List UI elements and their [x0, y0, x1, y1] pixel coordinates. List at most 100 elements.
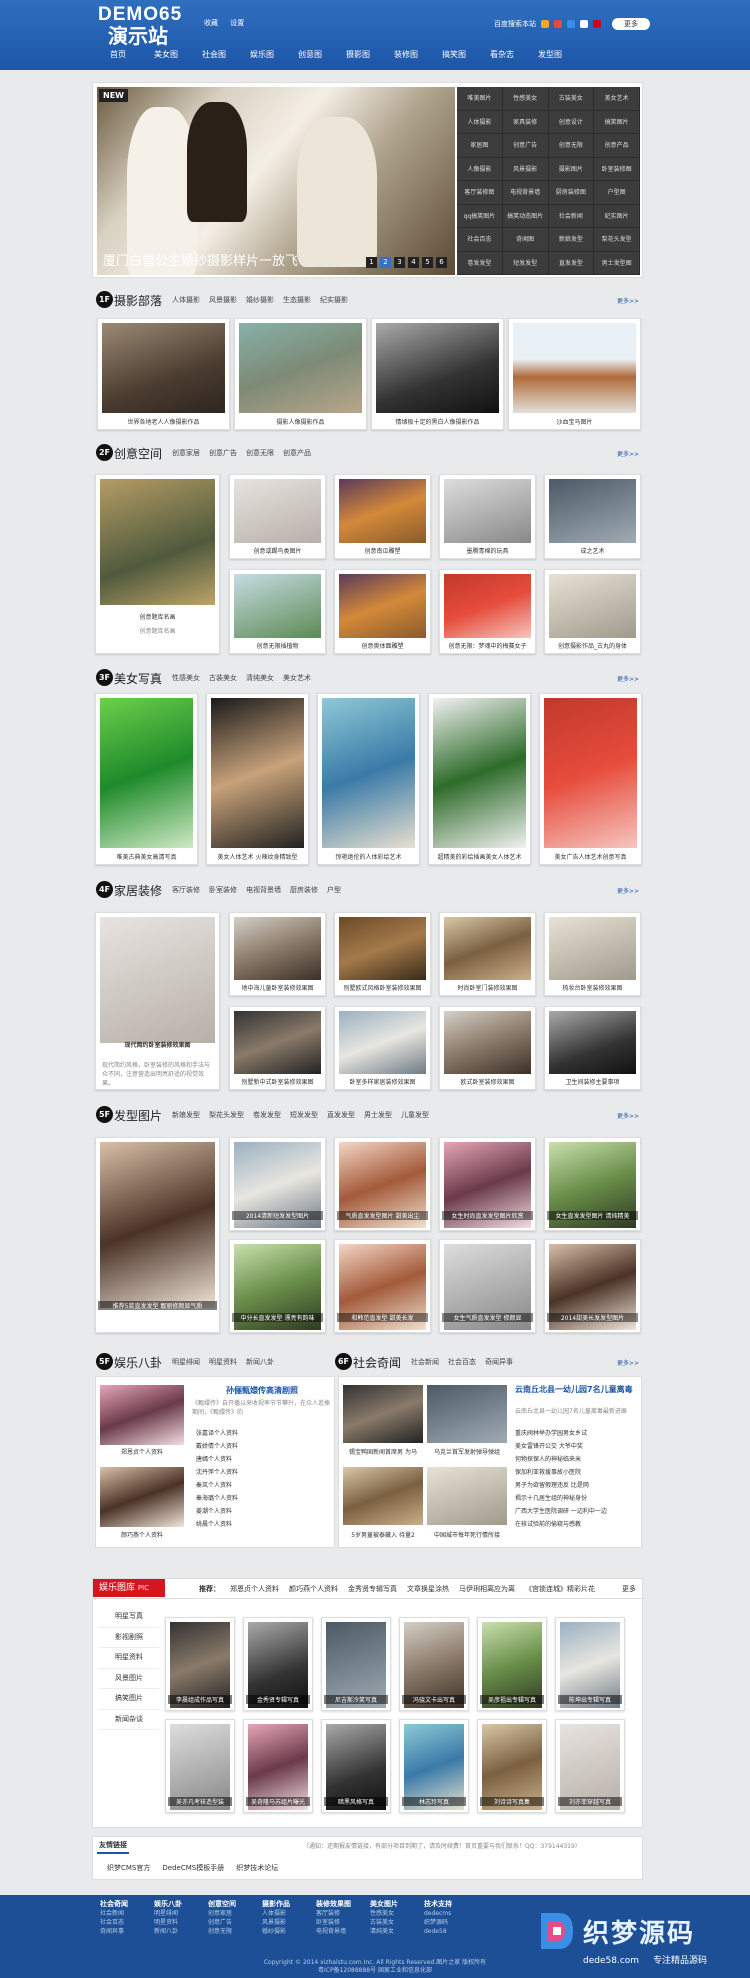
footer-link[interactable]: 客厅装修 [316, 1909, 351, 1918]
section-tab[interactable]: 创意无限 [246, 448, 274, 458]
list-item[interactable]: 在核试验前的偷窥与感教 [515, 1518, 639, 1531]
gallery-card[interactable]: 陈坤出专辑写真 [555, 1617, 625, 1711]
section-tab[interactable]: 梨花头发型 [209, 1110, 244, 1120]
photo-card[interactable]: 墨腾青棉的玩具 [439, 474, 536, 559]
photo-card[interactable]: 梳妆台卧室装修效果图 [544, 912, 641, 996]
section-title[interactable]: 社会奇闻 [353, 1354, 401, 1371]
photo-card[interactable]: 别墅欧式风格卧室装修效果图 [334, 912, 431, 996]
photo-card[interactable]: 创意无限插植物 [229, 569, 326, 654]
footer-column-title[interactable]: 创意空间 [208, 1900, 236, 1909]
section-tab[interactable]: 户型 [327, 885, 341, 895]
gallery-sidebar-item[interactable]: 新闻杂谈 [99, 1710, 159, 1730]
more-link[interactable]: 更多>> [617, 1358, 639, 1367]
category-tag[interactable]: 梨花头发型 [594, 228, 640, 252]
list-item[interactable]: 姚晨个人资料 [196, 1518, 326, 1531]
favorite-link[interactable]: 收藏 [204, 19, 218, 27]
photo-card[interactable]: 别墅新中式卧室装修效果图 [229, 1006, 326, 1090]
headline[interactable]: 云南丘北县一幼儿园7名儿童离毒 [515, 1385, 639, 1395]
photo-card[interactable]: 创意奥体面雕塑 [334, 569, 431, 654]
settings-link[interactable]: 设置 [230, 19, 244, 27]
section-tab[interactable]: 创意产品 [283, 448, 311, 458]
photo-card[interactable]: 美女广告人体艺术创意写真 [539, 693, 642, 865]
gallery-sidebar-item[interactable]: 明星写真 [99, 1607, 159, 1628]
photo-card[interactable]: 世界各地老人人像摄影作品 [97, 318, 230, 430]
section-tab[interactable]: 古装美女 [209, 673, 237, 683]
section-title[interactable]: 美女写真 [114, 670, 162, 687]
photo-card[interactable]: 和韩范直发型 甜美长发 [334, 1239, 431, 1333]
nav-item[interactable]: 看杂志 [478, 49, 526, 60]
section-tab[interactable]: 明星绯闻 [172, 1357, 200, 1367]
thumbnail[interactable] [427, 1467, 507, 1525]
photo-card[interactable]: 创意南瓜雕塑 [334, 474, 431, 559]
photo-card[interactable]: 沙血宝马图片 [508, 318, 641, 430]
thumb-caption[interactable]: 郑恩贞个人资料 [100, 1447, 184, 1456]
footer-link[interactable]: 婚纱摄影 [262, 1927, 290, 1936]
photo-card[interactable]: 2014清新短发发型图片 [229, 1137, 326, 1231]
photo-card[interactable]: 美女人体艺术 火辣纹身精致型 [206, 693, 309, 865]
photo-card[interactable]: 创意无限：梦魂中的梅赛女子 [439, 569, 536, 654]
section-tab[interactable]: 直发发型 [327, 1110, 355, 1120]
photo-card[interactable]: 时尚卧室门装修效果图 [439, 912, 536, 996]
nav-item[interactable]: 发型图 [526, 49, 574, 60]
gallery-card[interactable]: 刘诗诗写真集 [477, 1719, 547, 1813]
category-tag[interactable]: 新娘发型 [548, 228, 595, 252]
gallery-card[interactable]: 林志玲写真 [399, 1719, 469, 1813]
recommend-link[interactable]: 《宫锁连城》精彩片花 [525, 1584, 595, 1594]
category-tag[interactable]: 男士发型图 [594, 251, 640, 275]
photo-card[interactable]: 创意摄影作品_古丸的身体 [544, 569, 641, 654]
recommend-link[interactable]: 马伊琍相离应为离 [459, 1584, 515, 1594]
section-tab[interactable]: 纪实摄影 [320, 295, 348, 305]
section-tab[interactable]: 卷发发型 [253, 1110, 281, 1120]
category-tag[interactable]: 电视背景墙 [502, 181, 549, 205]
list-item[interactable]: 秦海璐个人资料 [196, 1492, 326, 1505]
banner-slide-image[interactable]: NEW 厦门白雪公主婚纱摄影样片一放飞 1 2 3 4 5 6 [97, 87, 455, 275]
category-tag[interactable]: 创意设计 [548, 110, 595, 134]
nav-item[interactable]: 搞笑图 [430, 49, 478, 60]
section-tab[interactable]: 性感美女 [172, 673, 200, 683]
category-tag[interactable]: 美女艺术 [594, 87, 640, 111]
photo-card[interactable]: 2014甜美长发发型图片 [544, 1239, 641, 1333]
recommend-link[interactable]: 文章换星涂热 [407, 1584, 449, 1594]
featured-card[interactable]: 推荐5款直发发型 靓丽修颜显气质 [95, 1137, 220, 1333]
list-item[interactable]: 唐嫣个人资料 [196, 1453, 326, 1466]
nav-item[interactable]: 美女图 [142, 49, 190, 60]
photo-card[interactable]: 创意或踢鸟类图片 [229, 474, 326, 559]
section-title[interactable]: 摄影部落 [114, 292, 162, 309]
recommend-link[interactable]: 颜巧燕个人资料 [289, 1584, 338, 1594]
photo-card[interactable]: 情绪极十足的黑白人像摄影作品 [371, 318, 504, 430]
thumbnail[interactable] [343, 1385, 423, 1443]
tencent-icon[interactable] [567, 20, 575, 28]
photo-card[interactable]: 女生气质直发发型 修颜显 [439, 1239, 536, 1333]
footer-column-title[interactable]: 技术支持 [424, 1900, 452, 1909]
footer-link[interactable]: 社会百态 [100, 1918, 128, 1927]
category-tag[interactable]: 唯美图片 [457, 87, 503, 111]
weibo-icon[interactable] [554, 20, 562, 28]
footer-link[interactable]: 古装美女 [370, 1918, 398, 1927]
photo-card[interactable]: 摄影人像摄影作品 [234, 318, 367, 430]
section-tab[interactable]: 美女艺术 [283, 673, 311, 683]
section-title[interactable]: 创意空间 [114, 445, 162, 462]
recommend-link[interactable]: 金秀贤专辑写真 [348, 1584, 397, 1594]
section-tab[interactable]: 卧室装修 [209, 885, 237, 895]
photo-card[interactable]: 地中海儿童卧室装修效果图 [229, 912, 326, 996]
thumb-caption[interactable]: 颜巧燕个人资料 [100, 1530, 184, 1539]
section-tab[interactable]: 清纯美女 [246, 673, 274, 683]
list-item[interactable]: 戴娇倩个人资料 [196, 1440, 326, 1453]
list-item[interactable]: 保加利亚救援事故小医院 [515, 1466, 639, 1479]
friend-link[interactable]: 织梦技术论坛 [236, 1863, 278, 1873]
footer-link[interactable]: 创意家居 [208, 1909, 236, 1918]
section-tab[interactable]: 儿童发型 [401, 1110, 429, 1120]
footer-link[interactable]: 人体摄影 [262, 1909, 290, 1918]
section-tab[interactable]: 奇闻异事 [485, 1357, 513, 1367]
renren-icon[interactable] [580, 20, 588, 28]
footer-column-title[interactable]: 摄影作品 [262, 1900, 290, 1909]
friend-link[interactable]: DedeCMS模板手册 [162, 1863, 224, 1873]
footer-link[interactable]: 创意广告 [208, 1918, 236, 1927]
gallery-card[interactable]: 刘亦菲穿越写真 [555, 1719, 625, 1813]
gallery-sidebar-item[interactable]: 搞笑图片 [99, 1689, 159, 1710]
category-tag[interactable]: 创意产品 [594, 134, 640, 158]
footer-link[interactable]: 社会新闻 [100, 1909, 128, 1918]
thumb-caption[interactable]: 中国城市每年死行情所接 [427, 1530, 507, 1539]
footer-link[interactable]: 清纯美女 [370, 1927, 398, 1936]
site-logo[interactable]: DEMO65 演示站 [98, 4, 182, 48]
